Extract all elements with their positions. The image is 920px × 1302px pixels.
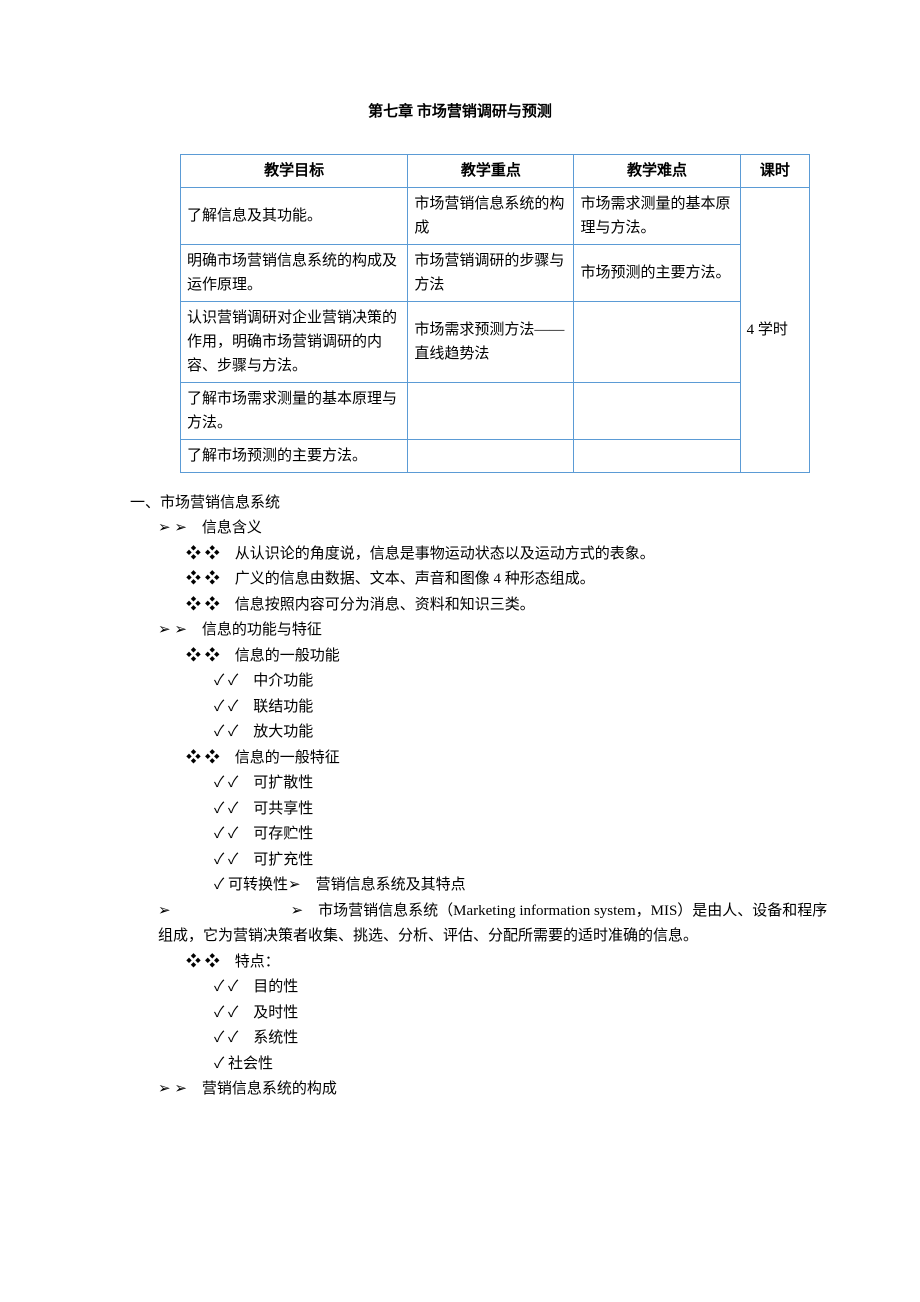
cell-diff-3 [574, 301, 740, 382]
feat-c: ✓ ✓ 系统性 [214, 1026, 840, 1052]
item-general-char: ❖ ❖ 信息的一般特征 [186, 746, 840, 772]
outline-content: 一、市场营销信息系统 ➢ ➢ 信息含义 ❖ ❖ 从认识论的角度说，信息是事物运动… [130, 491, 840, 1103]
func-c: ✓ ✓ 放大功能 [214, 720, 840, 746]
item-info-meaning-3: ❖ ❖ 信息按照内容可分为消息、资料和知识三类。 [186, 593, 840, 619]
section-1-heading: 一、市场营销信息系统 [130, 491, 840, 517]
th-focus: 教学重点 [408, 154, 574, 187]
feat-b: ✓ ✓ 及时性 [214, 1001, 840, 1027]
cell-goal-2: 明确市场营销信息系统的构成及运作原理。 [181, 244, 408, 301]
th-hours: 课时 [740, 154, 809, 187]
cell-focus-3: 市场需求预测方法——直线趋势法 [408, 301, 574, 382]
cell-goal-5: 了解市场预测的主要方法。 [181, 439, 408, 472]
overview-table: 教学目标 教学重点 教学难点 课时 了解信息及其功能。 市场营销信息系统的构成 … [180, 154, 810, 473]
char-d: ✓ ✓ 可扩充性 [214, 848, 840, 874]
item-info-meaning: ➢ ➢ 信息含义 [158, 516, 840, 542]
chapter-title: 第七章 市场营销调研与预测 [80, 100, 840, 126]
item-info-feature: ➢ ➢ 信息的功能与特征 [158, 618, 840, 644]
feat-d: ✓ 社会性 [214, 1052, 840, 1078]
cell-diff-1: 市场需求测量的基本原理与方法。 [574, 187, 740, 244]
cell-goal-1: 了解信息及其功能。 [181, 187, 408, 244]
cell-hours: 4 学时 [740, 187, 809, 472]
char-b: ✓ ✓ 可共享性 [214, 797, 840, 823]
char-e: ✓ 可转换性➢ 营销信息系统及其特点 [214, 873, 840, 899]
cell-goal-3: 认识营销调研对企业营销决策的作用，明确市场营销调研的内容、步骤与方法。 [181, 301, 408, 382]
mis-definition: ➢ ➢ 市场营销信息系统（Marketing information syste… [158, 899, 840, 950]
cell-diff-4 [574, 382, 740, 439]
cell-focus-2: 市场营销调研的步骤与方法 [408, 244, 574, 301]
char-c: ✓ ✓ 可存贮性 [214, 822, 840, 848]
func-a: ✓ ✓ 中介功能 [214, 669, 840, 695]
char-a: ✓ ✓ 可扩散性 [214, 771, 840, 797]
item-general-func: ❖ ❖ 信息的一般功能 [186, 644, 840, 670]
item-info-meaning-2: ❖ ❖ 广义的信息由数据、文本、声音和图像 4 种形态组成。 [186, 567, 840, 593]
th-goal: 教学目标 [181, 154, 408, 187]
cell-focus-1: 市场营销信息系统的构成 [408, 187, 574, 244]
item-info-meaning-1: ❖ ❖ 从认识论的角度说，信息是事物运动状态以及运动方式的表象。 [186, 542, 840, 568]
cell-focus-5 [408, 439, 574, 472]
cell-diff-5 [574, 439, 740, 472]
th-difficulty: 教学难点 [574, 154, 740, 187]
cell-focus-4 [408, 382, 574, 439]
cell-goal-4: 了解市场需求测量的基本原理与方法。 [181, 382, 408, 439]
feat-a: ✓ ✓ 目的性 [214, 975, 840, 1001]
item-features: ❖ ❖ 特点： [186, 950, 840, 976]
item-mis-structure: ➢ ➢ 营销信息系统的构成 [158, 1077, 840, 1103]
cell-diff-2: 市场预测的主要方法。 [574, 244, 740, 301]
func-b: ✓ ✓ 联结功能 [214, 695, 840, 721]
